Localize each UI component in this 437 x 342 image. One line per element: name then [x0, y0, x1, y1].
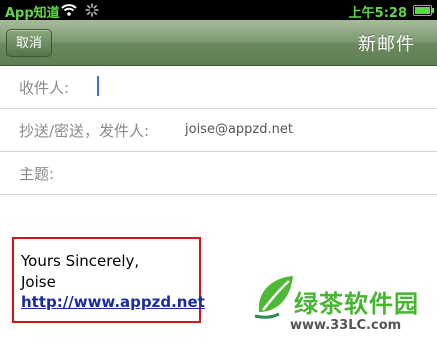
to-label: 收件人:: [19, 79, 70, 97]
signature-line-1: Yours Sincerely,: [21, 252, 140, 270]
subject-field[interactable]: 主题:: [0, 152, 437, 195]
leaf-logo-icon: [254, 276, 293, 319]
page-title: 新邮件: [358, 34, 415, 55]
navigation-bar: 取消 新邮件: [0, 20, 437, 66]
cc-bcc-from-label: 抄送/密送，发件人:: [19, 122, 150, 140]
watermark-url: www.33LC.com: [290, 318, 402, 333]
carrier-label: App知道: [5, 6, 60, 21]
from-address: joise@appzd.net: [185, 122, 293, 137]
signature-link[interactable]: http://www.appzd.net: [21, 293, 205, 311]
cancel-button[interactable]: 取消: [6, 29, 52, 57]
watermark-title: 绿茶软件园: [294, 290, 419, 318]
text-cursor: [97, 76, 99, 96]
status-time: 上午5:28: [348, 6, 407, 21]
signature-highlight: Yours Sincerely, Joise http://www.appzd.…: [12, 237, 205, 323]
wifi-icon: [61, 4, 77, 16]
signature-line-2: Joise: [21, 273, 56, 291]
battery-icon: [413, 5, 434, 16]
cc-bcc-from-field[interactable]: 抄送/密送，发件人: joise@appzd.net: [0, 109, 437, 152]
activity-spinner-icon: [85, 3, 99, 17]
status-bar: App知道 上午5:28: [0, 0, 437, 21]
to-field[interactable]: 收件人:: [0, 66, 437, 109]
subject-label: 主题:: [19, 165, 55, 183]
